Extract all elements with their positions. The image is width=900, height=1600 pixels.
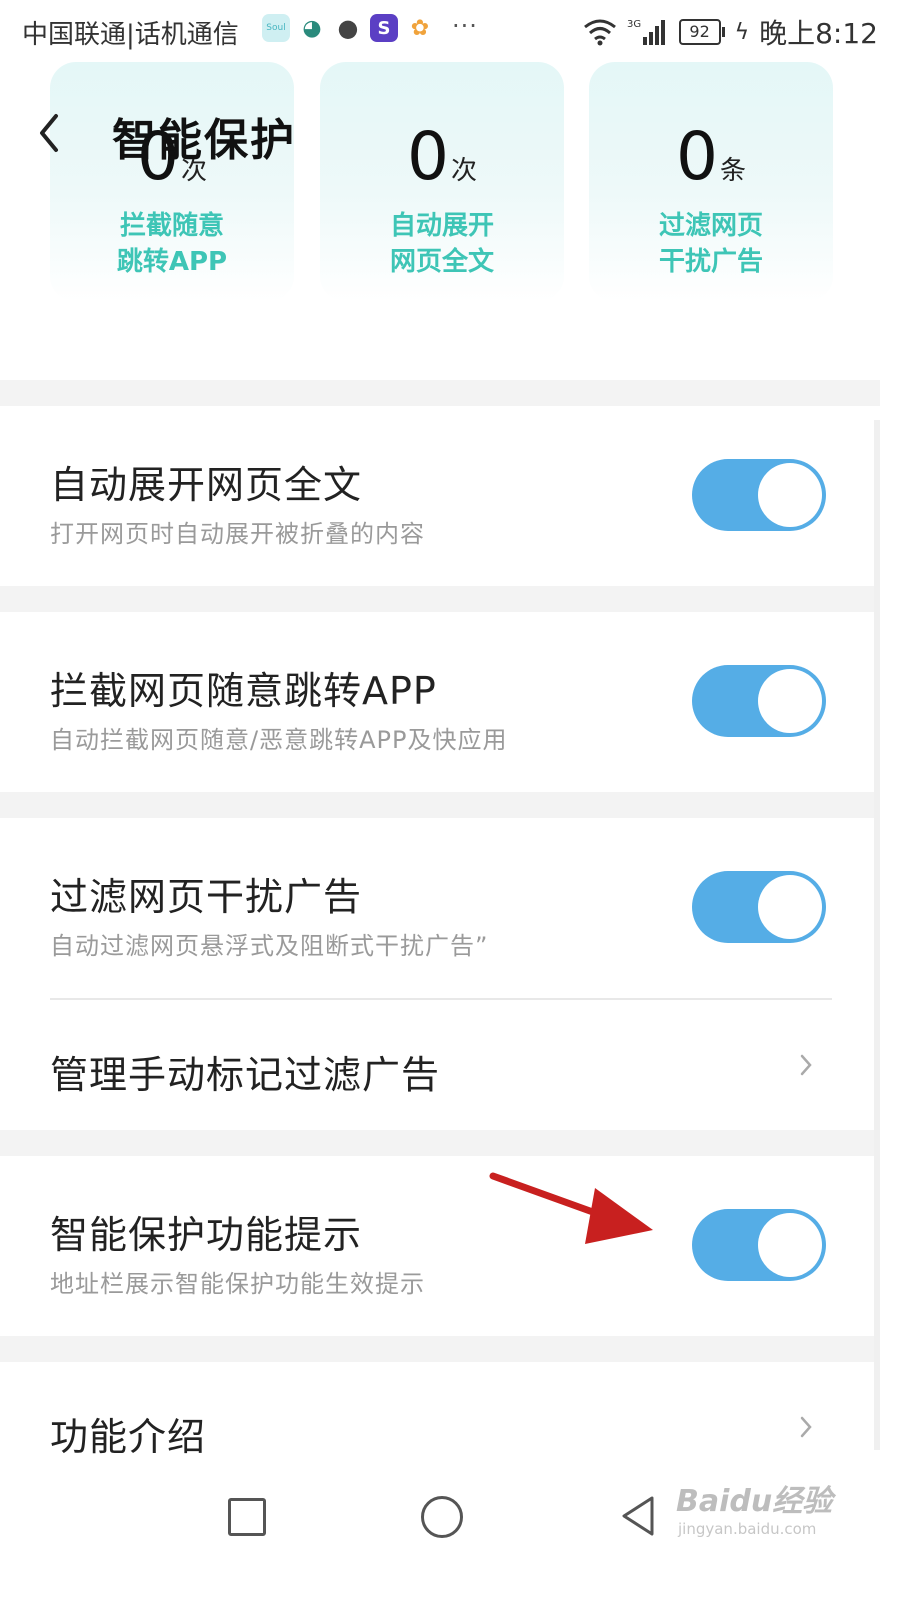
wifi-icon (583, 19, 616, 46)
charging-icon: ϟ (734, 19, 750, 45)
watermark-url: jingyan.baidu.com (678, 1520, 817, 1538)
signal-type-label: 3G (627, 19, 641, 30)
stat-unit: 条 (719, 156, 746, 186)
nav-back-button[interactable] (618, 1494, 658, 1538)
setting-filter-ads[interactable]: 过滤网页干扰广告 自动过滤网页悬浮式及阻断式干扰广告” 管理手动标记过滤广告 (0, 818, 880, 1130)
stat-value: 0 (406, 118, 449, 195)
stats-panel: 0次 拦截随意 跳转APP 0次 自动展开 网页全文 0条 过滤网页 干扰广告 (50, 62, 835, 302)
soul-app-icon: Soul (262, 14, 290, 42)
home-button[interactable] (421, 1496, 463, 1538)
flower-app-icon: ✿ (410, 15, 430, 41)
manage-ads-link[interactable]: 管理手动标记过滤广告 (50, 1044, 440, 1099)
signal-strength-icon: 3G (627, 19, 665, 45)
battery-level: 92 (678, 19, 721, 45)
more-notifications-icon: ··· (452, 12, 478, 40)
setting-protect-tip[interactable]: 智能保护功能提示 地址栏展示智能保护功能生效提示 (0, 1156, 880, 1336)
block-jump-toggle[interactable] (692, 665, 826, 737)
feature-intro-link[interactable]: 功能介绍 (0, 1362, 880, 1470)
setting-subtitle: 自动过滤网页悬浮式及阻断式干扰广告” (50, 932, 489, 960)
stat-card-auto-expand: 0次 自动展开 网页全文 (320, 62, 564, 302)
chevron-right-icon (800, 1416, 812, 1438)
section-divider (0, 380, 880, 406)
clock: 晚上8:12 (759, 17, 878, 50)
section-divider (0, 1336, 880, 1362)
setting-title: 拦截网页随意跳转APP (50, 669, 437, 713)
chevron-right-icon (800, 1054, 812, 1076)
section-divider (0, 586, 880, 612)
recent-apps-button[interactable] (228, 1498, 266, 1536)
stat-label: 自动展开 网页全文 (389, 211, 494, 277)
filter-ads-toggle[interactable] (692, 871, 826, 943)
setting-title: 智能保护功能提示 (50, 1213, 363, 1257)
setting-subtitle: 打开网页时自动展开被折叠的内容 (50, 520, 425, 548)
notification-icons: Soul ◕ ● S ✿ (262, 14, 434, 42)
setting-subtitle: 自动拦截网页随意/恶意跳转APP及快应用 (50, 726, 508, 754)
chat-bubble-icon: ● (337, 14, 359, 42)
setting-title: 功能介绍 (50, 1415, 207, 1459)
stat-card-block-jump: 0次 拦截随意 跳转APP (50, 62, 294, 302)
section-divider (0, 1130, 880, 1156)
baidu-watermark: Baidu经验 jingyan.baidu.com (676, 1470, 836, 1550)
s-app-icon: S (370, 14, 398, 42)
status-bar: 中国联通|话机通信 Soul ◕ ● S ✿ ··· 3G 92 ϟ 晚上8:1… (0, 0, 900, 62)
camera-app-icon: ◕ (302, 15, 322, 41)
watermark-brand: Baidu经验 (676, 1484, 833, 1519)
setting-auto-expand[interactable]: 自动展开网页全文 打开网页时自动展开被折叠的内容 (0, 406, 880, 586)
back-button[interactable] (32, 108, 66, 158)
stat-card-filter-ads: 0条 过滤网页 干扰广告 (589, 62, 833, 302)
stat-unit: 次 (450, 156, 477, 186)
carrier-label: 中国联通|话机通信 (22, 20, 239, 50)
red-arrow-annotation (489, 1172, 653, 1244)
stat-value: 0 (675, 118, 718, 195)
stat-label: 过滤网页 干扰广告 (658, 211, 763, 277)
setting-title: 自动展开网页全文 (50, 463, 363, 507)
protect-tip-toggle[interactable] (692, 1209, 826, 1281)
stat-label: 拦截随意 跳转APP (116, 211, 228, 277)
scrollbar[interactable] (874, 420, 880, 1450)
battery-icon: 92 (678, 19, 725, 45)
setting-block-jump[interactable]: 拦截网页随意跳转APP 自动拦截网页随意/恶意跳转APP及快应用 (0, 612, 880, 792)
setting-subtitle: 地址栏展示智能保护功能生效提示 (50, 1270, 425, 1298)
section-divider (0, 792, 880, 818)
page-title: 智能保护 (112, 115, 296, 166)
setting-title: 过滤网页干扰广告 (50, 875, 363, 919)
row-divider (50, 998, 832, 1000)
auto-expand-toggle[interactable] (692, 459, 826, 531)
